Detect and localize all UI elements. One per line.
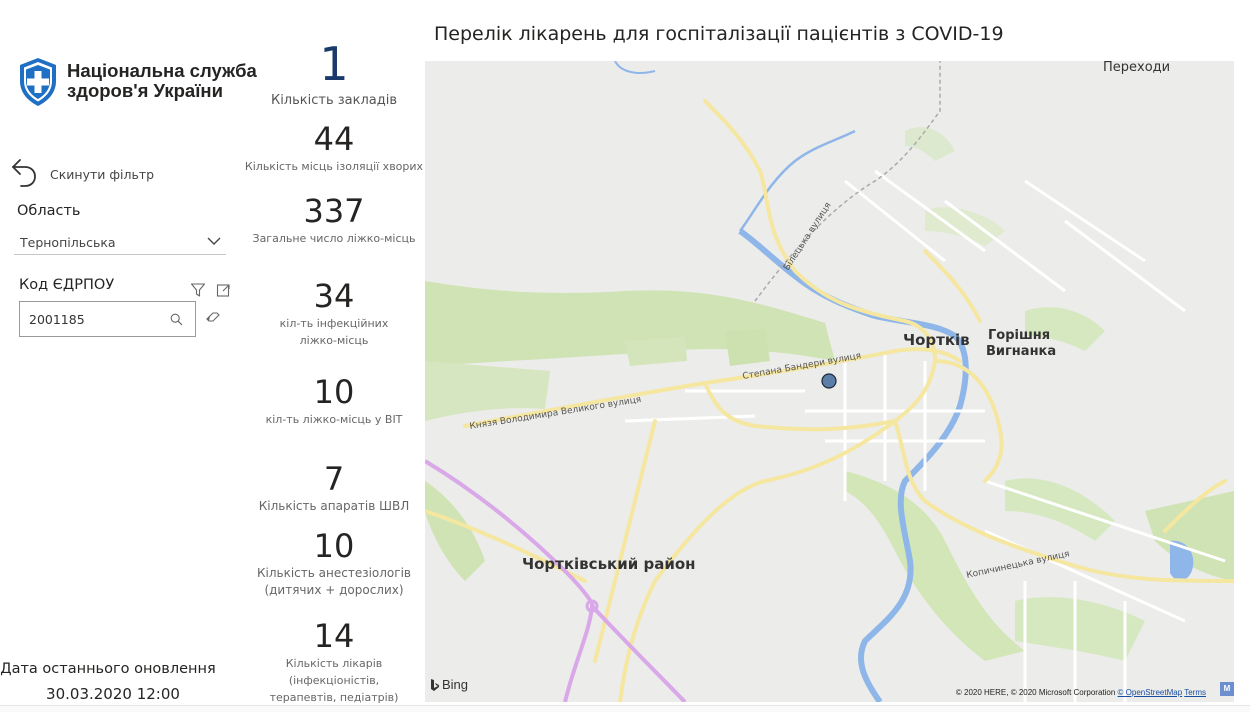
oblast-selected-value: Тернопільська [20, 235, 116, 250]
oblast-slicer-title: Область [17, 203, 81, 219]
eraser-icon[interactable] [205, 309, 221, 323]
kpi-label-line-2: (дитячих + дорослих) [264, 583, 404, 597]
kpi-label-line-1: кіл-ть інфекційних [279, 317, 389, 330]
kpi-total-beds: 337 Загальне число ліжко-місць [244, 192, 424, 247]
bing-label: Bing [442, 677, 469, 692]
logo-line-2: здоров'я України [67, 80, 223, 101]
filter-icon[interactable] [190, 282, 206, 298]
undo-arrow-icon [12, 159, 36, 187]
kpi-label-line-1: Кількість анестезіологів [257, 566, 411, 580]
kpi-doctors: 14 Кількість лікарів (інфекціоністів, те… [244, 617, 424, 706]
last-update-title: Дата останнього оновлення [0, 661, 216, 677]
kpi-label: Загальне число ліжко-місць [252, 232, 416, 245]
kpi-label: Кількість закладів [270, 93, 398, 108]
oblast-dropdown[interactable]: Тернопільська [14, 229, 226, 255]
kpi-value: 1 [319, 37, 349, 91]
chevron-down-icon [207, 237, 221, 245]
kpi-anesthesiologists: 10 Кількість анестезіологів (дитячих + д… [244, 527, 424, 599]
kpi-label: кіл-ть ліжко-місць у ВІТ [265, 413, 403, 426]
map-label-perekhody: Переходи [1103, 61, 1170, 75]
kpi-icu-beds: 10 кіл-ть ліжко-місць у ВІТ [244, 373, 424, 428]
hospital-marker[interactable] [821, 373, 837, 389]
map-visual[interactable]: Переходи Чортків Горішня Вигнанка Чорткі… [425, 61, 1234, 702]
edrpou-search-box [19, 301, 196, 337]
edrpou-slicer-title: Код ЄДРПОУ [19, 277, 115, 293]
shield-cross-icon [20, 58, 56, 106]
kpi-value: 10 [313, 373, 355, 411]
reset-filter-label: Скинути фільтр [50, 166, 155, 182]
search-icon[interactable] [170, 313, 183, 326]
kpi-label-line-1: Кількість лікарів (інфекціоністів, [285, 657, 383, 687]
attribution-text: © 2020 HERE, © 2020 Microsoft Corporatio… [955, 688, 1116, 697]
kpi-value: 14 [313, 617, 355, 655]
kpi-label: Кількість апаратів ШВЛ [258, 499, 410, 513]
kpi-label-line-2: ліжко-місць [299, 334, 369, 347]
reset-filter-button[interactable]: Скинути фільтр [10, 156, 154, 188]
map-label-district: Чортківський район [522, 555, 696, 573]
logo-line-1: Національна служба [67, 60, 257, 81]
focus-mode-icon[interactable] [216, 283, 231, 298]
map-attribution: © 2020 HERE, © 2020 Microsoft Corporatio… [956, 688, 1206, 697]
map-label-horishnia-1: Горішня [988, 328, 1050, 343]
kpi-facilities: 1 Кількість закладів [244, 38, 424, 109]
last-update-value: 30.03.2020 12:00 [46, 685, 180, 703]
osm-link[interactable]: © OpenStreetMap [1118, 688, 1183, 697]
kpi-label: Кількість місць ізоляції хворих [244, 160, 424, 173]
edrpou-search-input[interactable] [29, 310, 159, 328]
kpi-value: 44 [313, 120, 355, 158]
kpi-value: 7 [323, 460, 345, 498]
map-label-horishnia-2: Вигнанка [986, 344, 1056, 359]
bing-icon [431, 678, 439, 691]
kpi-value: 337 [303, 192, 365, 230]
map-corner-badge: M [1220, 682, 1234, 696]
nhsu-logo: Національна служба здоров'я України [18, 57, 263, 109]
bing-logo: Bing [430, 677, 468, 692]
kpi-ventilators: 7 Кількість апаратів ШВЛ [244, 460, 424, 515]
page-title: Перелік лікарень для госпіталізації паці… [434, 23, 1004, 45]
kpi-value: 10 [313, 527, 355, 565]
kpi-infectious-beds: 34 кіл-ть інфекційних ліжко-місць [244, 277, 424, 349]
map-label-chortkiv: Чортків [903, 331, 970, 349]
terms-link[interactable]: Terms [1184, 688, 1206, 697]
map-canvas[interactable]: Переходи Чортків Горішня Вигнанка Чорткі… [425, 61, 1234, 702]
kpi-label-line-2: терапевтів, педіатрів) [269, 691, 399, 704]
kpi-value: 34 [313, 277, 355, 315]
kpi-isolation-places: 44 Кількість місць ізоляції хворих [244, 120, 424, 175]
